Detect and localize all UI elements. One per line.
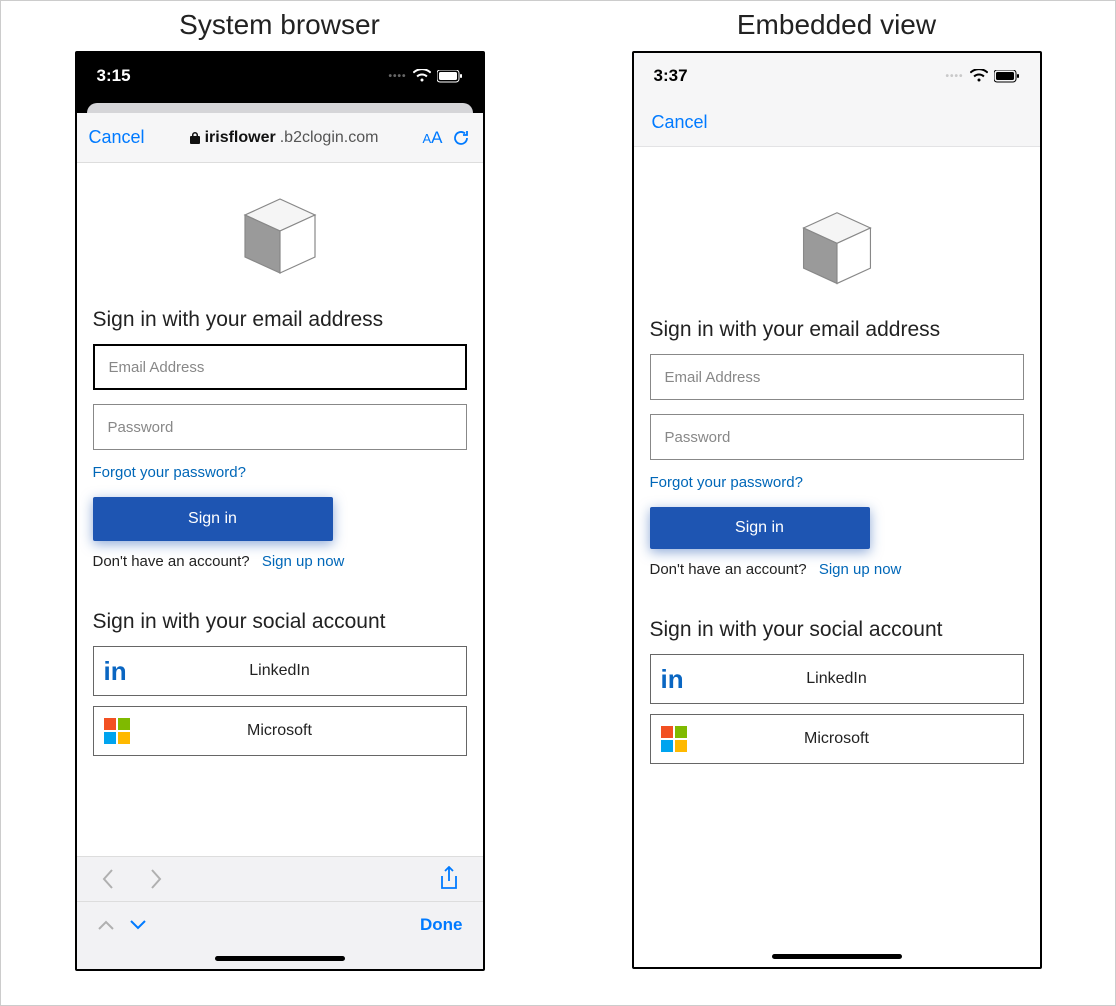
- microsoft-label: Microsoft: [94, 722, 466, 740]
- forgot-password-link[interactable]: Forgot your password?: [93, 464, 246, 481]
- wifi-icon: [413, 69, 431, 83]
- microsoft-button[interactable]: Microsoft: [650, 714, 1024, 764]
- cancel-button[interactable]: Cancel: [652, 112, 708, 133]
- share-icon[interactable]: [439, 866, 459, 892]
- status-bar: 3:37 ••••: [634, 53, 1040, 99]
- microsoft-label: Microsoft: [651, 730, 1023, 748]
- signin-heading: Sign in with your email address: [93, 308, 467, 332]
- home-indicator: [772, 954, 902, 959]
- chevron-up-icon[interactable]: [97, 919, 115, 931]
- embedded-nav-bar: Cancel: [634, 99, 1040, 147]
- column-embedded-view: Embedded view 3:37 •••• Cancel: [569, 9, 1104, 969]
- email-input[interactable]: [93, 344, 467, 390]
- email-input[interactable]: [650, 354, 1024, 400]
- cellular-dots-icon: ••••: [388, 71, 406, 82]
- social-heading: Sign in with your social account: [93, 610, 467, 634]
- signin-content: Sign in with your email address Forgot y…: [77, 163, 483, 856]
- linkedin-label: LinkedIn: [94, 662, 466, 680]
- signup-link[interactable]: Sign up now: [262, 553, 345, 570]
- logo-cube-icon: [794, 207, 880, 298]
- home-indicator-wrap: [634, 945, 1040, 967]
- phone-frame-right: 3:37 •••• Cancel: [632, 51, 1042, 969]
- reader-text-size-icon[interactable]: AA: [422, 128, 442, 148]
- reload-icon[interactable]: [451, 128, 471, 148]
- column-title-left: System browser: [179, 9, 380, 41]
- comparison-canvas: System browser 3:15 •••• Cancel: [0, 0, 1116, 1006]
- url-display[interactable]: irisflower.b2clogin.com: [153, 129, 415, 147]
- microsoft-button[interactable]: Microsoft: [93, 706, 467, 756]
- chevron-down-icon[interactable]: [129, 919, 147, 931]
- password-input[interactable]: [650, 414, 1024, 460]
- linkedin-label: LinkedIn: [651, 670, 1023, 688]
- linkedin-button[interactable]: in LinkedIn: [93, 646, 467, 696]
- status-time: 3:15: [97, 66, 131, 86]
- status-bar: 3:15 ••••: [77, 53, 483, 99]
- signup-link[interactable]: Sign up now: [819, 561, 902, 578]
- column-title-right: Embedded view: [737, 9, 936, 41]
- status-icons: ••••: [945, 69, 1019, 83]
- status-time: 3:37: [654, 66, 688, 86]
- forgot-password-link[interactable]: Forgot your password?: [650, 474, 803, 491]
- signup-row: Don't have an account? Sign up now: [650, 561, 902, 578]
- back-icon[interactable]: [101, 868, 115, 890]
- logo-cube-icon: [235, 193, 325, 288]
- signin-button[interactable]: Sign in: [93, 497, 333, 541]
- cancel-button[interactable]: Cancel: [89, 127, 145, 148]
- wifi-icon: [970, 69, 988, 83]
- safari-toolbar: [77, 857, 483, 901]
- no-account-label: Don't have an account?: [93, 553, 250, 570]
- home-indicator-wrap: [77, 947, 483, 969]
- signin-button[interactable]: Sign in: [650, 507, 870, 549]
- home-indicator: [215, 956, 345, 961]
- battery-icon: [994, 70, 1020, 83]
- social-heading: Sign in with your social account: [650, 618, 1024, 642]
- safari-footer: Done: [77, 856, 483, 969]
- safari-tab-background: [77, 99, 483, 113]
- signin-heading: Sign in with your email address: [650, 318, 1024, 342]
- status-icons: ••••: [388, 69, 462, 83]
- no-account-label: Don't have an account?: [650, 561, 807, 578]
- signup-row: Don't have an account? Sign up now: [93, 553, 345, 570]
- url-domain: irisflower: [205, 129, 276, 147]
- safari-address-bar: Cancel irisflower.b2clogin.com AA: [77, 113, 483, 163]
- linkedin-button[interactable]: in LinkedIn: [650, 654, 1024, 704]
- forward-icon[interactable]: [149, 868, 163, 890]
- url-path: .b2clogin.com: [280, 129, 379, 147]
- lock-icon: [189, 131, 201, 145]
- phone-frame-left: 3:15 •••• Cancel: [75, 51, 485, 971]
- password-input[interactable]: [93, 404, 467, 450]
- done-button[interactable]: Done: [420, 915, 463, 935]
- battery-icon: [437, 70, 463, 83]
- cellular-dots-icon: ••••: [945, 71, 963, 82]
- signin-content: Sign in with your email address Forgot y…: [634, 147, 1040, 945]
- safari-bottom-bar: Done: [77, 901, 483, 947]
- column-system-browser: System browser 3:15 •••• Cancel: [12, 9, 547, 971]
